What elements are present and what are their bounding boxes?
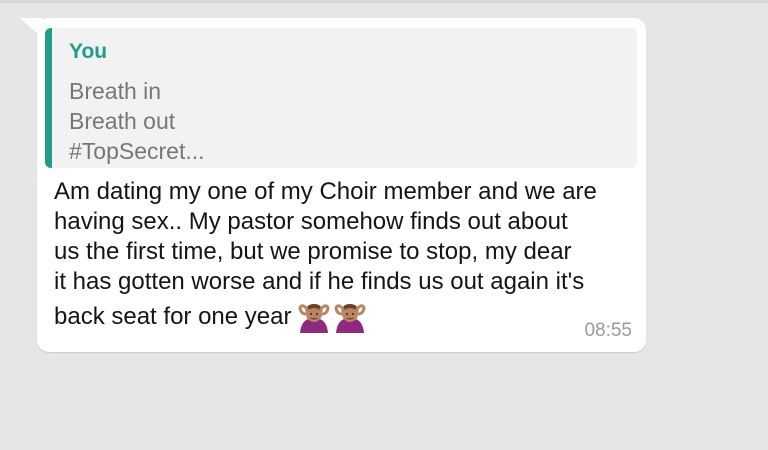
message-line: it has gotten worse and if he finds us o… xyxy=(54,268,585,295)
quote-accent-bar xyxy=(45,28,52,168)
message-timestamp: 08:55 xyxy=(584,320,632,341)
quote-text: Breath in Breath out #TopSecret... xyxy=(69,76,205,166)
person-gesturing-ok-icon xyxy=(298,304,331,333)
message-bubble[interactable]: You Breath in Breath out #TopSecret... A… xyxy=(37,18,646,352)
quote-line: Breath in xyxy=(69,78,162,104)
message-line: us the first time, but we promise to sto… xyxy=(54,238,572,265)
quoted-reply[interactable]: You Breath in Breath out #TopSecret... xyxy=(45,28,637,168)
quote-line: Breath out xyxy=(69,108,176,134)
message-line: having sex.. My pastor somehow finds out… xyxy=(54,208,568,235)
quote-author: You xyxy=(69,40,108,63)
person-gesturing-ok-icon xyxy=(334,304,367,333)
message-line: Am dating my one of my Choir member and … xyxy=(54,178,597,205)
quote-line: #TopSecret... xyxy=(69,138,205,164)
top-divider xyxy=(0,0,768,3)
message-line: back seat for one year xyxy=(54,303,292,330)
message-line-last: back seat for one year xyxy=(54,297,639,337)
message-text: Am dating my one of my Choir member and … xyxy=(54,177,639,337)
